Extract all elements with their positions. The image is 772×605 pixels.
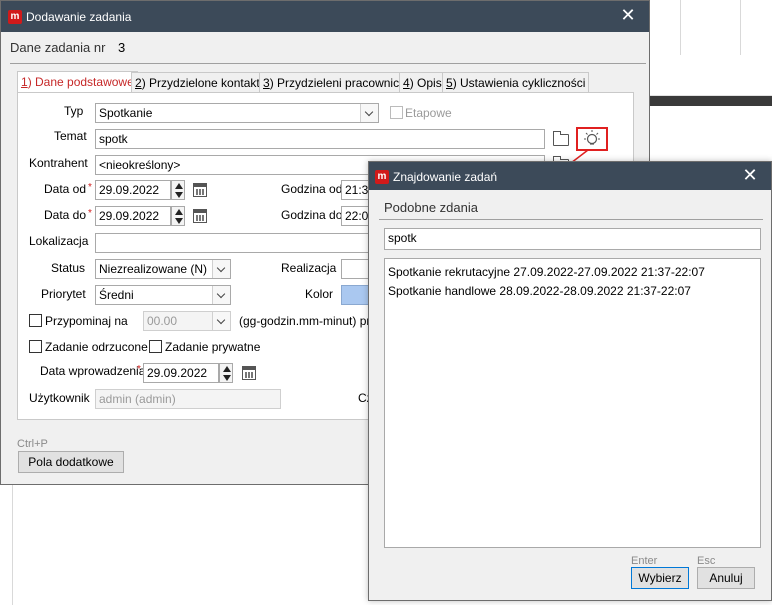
search-input[interactable]: spotk — [384, 228, 761, 250]
enter-hint: Enter — [631, 555, 658, 567]
esc-hint: Esc — [697, 555, 716, 567]
results-list: Spotkanie rekrutacyjne 27.09.2022-27.09.… — [384, 258, 761, 548]
section-divider — [379, 219, 763, 220]
wybierz-button[interactable]: Wybierz — [631, 567, 689, 589]
dialog-titlebar: m Znajdowanie zadań ✕ — [369, 162, 771, 190]
list-item[interactable]: Spotkanie rekrutacyjne 27.09.2022-27.09.… — [388, 265, 705, 279]
close-icon[interactable]: ✕ — [739, 166, 761, 184]
anuluj-button[interactable]: Anuluj — [697, 567, 755, 589]
find-tasks-dialog: m Znajdowanie zadań ✕ Podobne zdania spo… — [368, 161, 772, 601]
dialog-title: Znajdowanie zadań — [393, 170, 498, 184]
app-logo-icon: m — [375, 170, 389, 184]
section-label: Podobne zdania — [384, 200, 478, 215]
list-item[interactable]: Spotkanie handlowe 28.09.2022-28.09.2022… — [388, 284, 691, 298]
